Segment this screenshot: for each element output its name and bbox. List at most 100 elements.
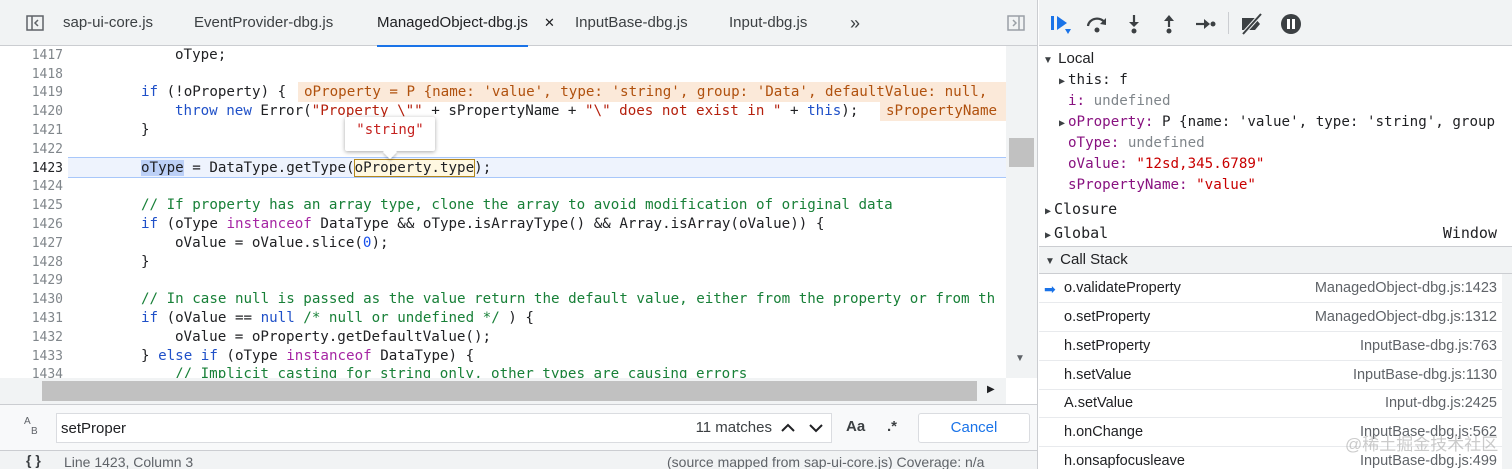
scope-label: Local bbox=[1058, 50, 1095, 67]
line-number[interactable]: 1422 bbox=[0, 140, 63, 159]
line-number[interactable]: 1433 bbox=[0, 347, 63, 366]
frame-function: A.setValue bbox=[1064, 395, 1134, 411]
scrollbar-thumb[interactable] bbox=[1009, 138, 1034, 167]
line-number[interactable]: 1430 bbox=[0, 290, 63, 309]
pause-on-exceptions-icon[interactable] bbox=[1280, 13, 1302, 35]
line-number[interactable]: 1424 bbox=[0, 177, 63, 196]
scope-variable[interactable]: oValue: "12sd,345.6789" bbox=[1068, 154, 1264, 175]
code-token: + sPropertyName + bbox=[422, 103, 586, 119]
tab-sap-ui-core[interactable]: sap-ui-core.js bbox=[63, 0, 153, 46]
expand-triangle-icon[interactable]: ▶ bbox=[1056, 71, 1068, 92]
code-token: Error( bbox=[251, 103, 312, 119]
call-stack-scrollbar[interactable] bbox=[1502, 274, 1512, 469]
code-area[interactable]: oType; if (!oProperty) { oProperty = P {… bbox=[68, 46, 1006, 378]
source-editor-panel: sap-ui-core.js EventProvider-dbg.js Mana… bbox=[0, 0, 1038, 469]
scope-variable[interactable]: sPropertyName: "value" bbox=[1068, 175, 1256, 196]
tab-input[interactable]: Input-dbg.js bbox=[729, 0, 807, 46]
regex-button[interactable]: .* bbox=[887, 418, 897, 435]
step-into-icon[interactable] bbox=[1123, 13, 1145, 35]
line-number[interactable]: 1431 bbox=[0, 309, 63, 328]
editor-vertical-scrollbar[interactable]: ▼ bbox=[1006, 46, 1037, 378]
scroll-down-icon[interactable]: ▼ bbox=[1015, 353, 1025, 364]
call-stack-header[interactable]: ▼ Call Stack bbox=[1039, 246, 1512, 274]
frame-function: h.onsapfocusleave bbox=[1064, 453, 1185, 469]
editor-horizontal-scrollbar[interactable]: ▶ bbox=[0, 378, 1006, 404]
code-line: oValue = oProperty.getDefaultValue(); bbox=[175, 329, 492, 345]
scope-variable[interactable]: i: undefined bbox=[1068, 91, 1171, 112]
call-frame[interactable]: A.setValue Input-dbg.js:2425 bbox=[1039, 389, 1502, 418]
next-match-icon[interactable] bbox=[806, 418, 826, 441]
cancel-button[interactable]: Cancel bbox=[918, 413, 1030, 443]
call-frame[interactable]: o.setProperty ManagedObject-dbg.js:1312 bbox=[1039, 303, 1502, 332]
code-line: oType; bbox=[175, 47, 227, 63]
scope-local-header[interactable]: ▼ Local bbox=[1039, 47, 1512, 71]
line-number[interactable]: 1418 bbox=[0, 65, 63, 84]
variable-value: undefined bbox=[1127, 135, 1205, 151]
tab-managedobject[interactable]: ManagedObject-dbg.js bbox=[377, 0, 528, 47]
toggle-navigator-icon[interactable] bbox=[26, 15, 44, 31]
replace-toggle-icon[interactable]: AB bbox=[24, 417, 38, 437]
variable-name: sPropertyName bbox=[1068, 177, 1180, 193]
toggle-debugger-sidebar-icon[interactable] bbox=[1007, 15, 1025, 31]
scope-closure-header[interactable]: ▶ Closure bbox=[1039, 197, 1512, 221]
scope-variable[interactable]: ▶ oProperty: P {name: 'value', type: 'str… bbox=[1056, 112, 1495, 133]
line-number[interactable]: 1421 bbox=[0, 121, 63, 140]
scrollbar-thumb[interactable] bbox=[42, 381, 977, 401]
frame-location[interactable]: InputBase-dbg.js:763 bbox=[1360, 332, 1497, 361]
code-line: } else if (oType instanceof DataType) { bbox=[141, 347, 474, 366]
line-number[interactable]: 1425 bbox=[0, 196, 63, 215]
line-number[interactable]: 1426 bbox=[0, 215, 63, 234]
line-number[interactable]: 1423 bbox=[0, 159, 63, 178]
pretty-print-icon[interactable]: { } bbox=[26, 452, 41, 468]
code-token: if bbox=[141, 84, 159, 100]
scope-global-header[interactable]: ▶ Global Window bbox=[1039, 221, 1512, 245]
call-frame[interactable]: h.setProperty InputBase-dbg.js:763 bbox=[1039, 332, 1502, 361]
inline-variable-value: sPropertyName bbox=[880, 101, 1006, 121]
collapse-triangle-icon[interactable]: ▼ bbox=[1044, 249, 1056, 275]
close-tab-icon[interactable]: ✕ bbox=[544, 0, 555, 46]
frame-location[interactable]: ManagedObject-dbg.js:1423 bbox=[1315, 274, 1497, 303]
current-frame-arrow-icon: ➡ bbox=[1044, 281, 1056, 297]
line-number[interactable]: 1429 bbox=[0, 271, 63, 290]
step-over-icon[interactable] bbox=[1085, 13, 1107, 35]
frame-location[interactable]: ManagedObject-dbg.js:1312 bbox=[1315, 303, 1497, 332]
code-token: oValue = oValue.slice( bbox=[175, 235, 363, 251]
scope-variable[interactable]: ▶ this: f bbox=[1056, 70, 1128, 91]
tab-eventprovider[interactable]: EventProvider-dbg.js bbox=[194, 0, 333, 46]
debugger-toolbar bbox=[1039, 0, 1512, 46]
line-number[interactable]: 1427 bbox=[0, 234, 63, 253]
code-token: instanceof bbox=[286, 348, 372, 364]
hovered-expression[interactable]: oProperty.type bbox=[353, 159, 476, 177]
line-number[interactable]: 1420 bbox=[0, 102, 63, 121]
scroll-right-icon[interactable]: ▶ bbox=[987, 384, 995, 395]
line-number[interactable]: 1419 bbox=[0, 83, 63, 102]
call-frame[interactable]: h.setValue InputBase-dbg.js:1130 bbox=[1039, 361, 1502, 390]
scope-variable[interactable]: oType: undefined bbox=[1068, 133, 1205, 154]
code-token: DataType) { bbox=[371, 348, 475, 364]
step-icon[interactable] bbox=[1194, 13, 1216, 35]
line-number[interactable]: 1432 bbox=[0, 328, 63, 347]
frame-location[interactable]: InputBase-dbg.js:1130 bbox=[1353, 361, 1497, 390]
expand-triangle-icon[interactable]: ▶ bbox=[1042, 224, 1054, 248]
code-comment: // Implicit casting for string only, oth… bbox=[175, 366, 748, 378]
line-number[interactable]: 1417 bbox=[0, 46, 63, 65]
collapse-triangle-icon[interactable]: ▼ bbox=[1042, 49, 1054, 73]
code-comment: // If property has an array type, clone … bbox=[141, 197, 893, 213]
frame-location[interactable]: Input-dbg.js:2425 bbox=[1385, 389, 1497, 418]
previous-match-icon[interactable] bbox=[778, 418, 798, 441]
more-tabs-icon[interactable]: » bbox=[850, 0, 860, 46]
tab-inputbase[interactable]: InputBase-dbg.js bbox=[575, 0, 688, 46]
search-bar: AB 11 matches Aa .* Cancel bbox=[0, 404, 1037, 450]
source-map-info[interactable]: (source mapped from sap-ui-core.js) Cove… bbox=[667, 454, 984, 469]
line-number-gutter[interactable]: 1417 1418 1419 1420 1421 1422 1423 1424 … bbox=[0, 46, 68, 382]
resume-icon[interactable] bbox=[1049, 13, 1071, 35]
expand-triangle-icon[interactable]: ▶ bbox=[1056, 113, 1068, 134]
call-frame-current[interactable]: ➡ o.validateProperty ManagedObject-dbg.j… bbox=[1039, 274, 1502, 303]
code-token: this bbox=[807, 103, 842, 119]
deactivate-breakpoints-icon[interactable] bbox=[1239, 12, 1263, 36]
match-case-button[interactable]: Aa bbox=[846, 418, 865, 435]
cursor-position: Line 1423, Column 3 bbox=[64, 454, 194, 469]
line-number[interactable]: 1428 bbox=[0, 253, 63, 272]
step-out-icon[interactable] bbox=[1158, 13, 1180, 35]
variable-name: oType bbox=[1068, 135, 1111, 151]
